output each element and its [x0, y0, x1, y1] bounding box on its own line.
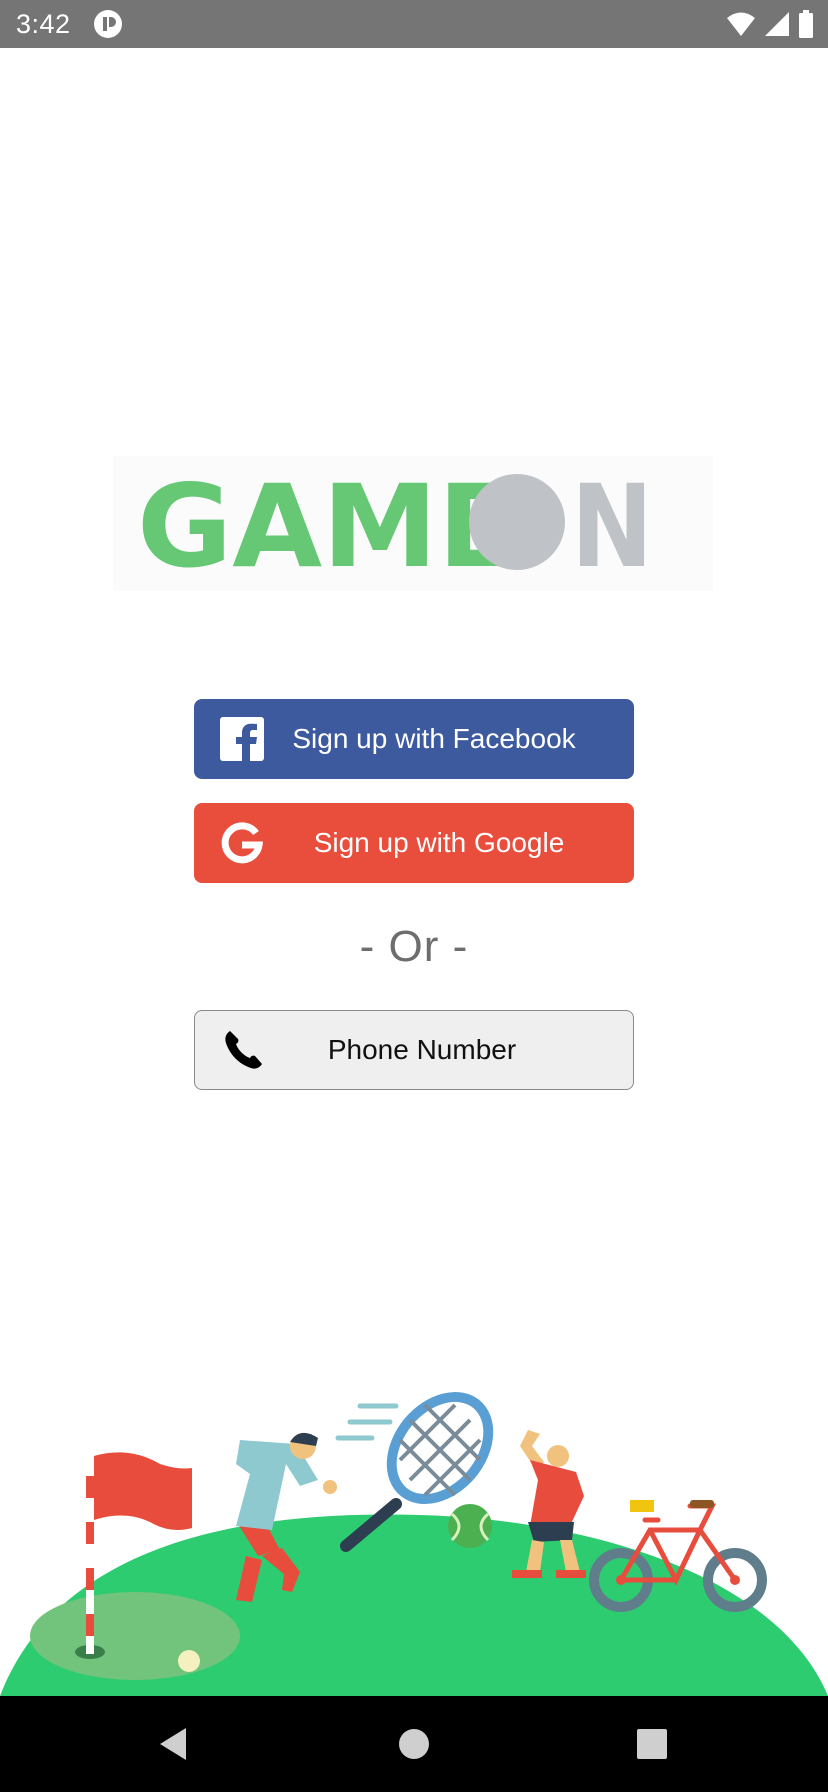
status-time: 3:42 [16, 9, 71, 39]
or-divider: - Or - [359, 922, 469, 971]
status-icons [726, 10, 814, 38]
google-button-label: Sign up with Google [313, 827, 565, 858]
golf-ball [178, 1650, 200, 1672]
home-icon[interactable] [386, 1716, 442, 1772]
facebook-button-label: Sign up with Facebook [292, 723, 576, 754]
putting-green [30, 1592, 240, 1680]
tennis-ball [448, 1504, 492, 1548]
recents-icon[interactable] [624, 1716, 680, 1772]
phone-signup-button[interactable]: Phone Number [194, 1010, 634, 1090]
wifi-icon [727, 12, 755, 36]
logo-text-game: GAME [137, 460, 517, 591]
status-bar: 3:42 [0, 0, 828, 48]
cellular-signal-icon [765, 12, 789, 36]
battery-icon [799, 10, 813, 38]
speed-lines [335, 1403, 399, 1441]
logo-text-n: N [571, 460, 653, 591]
facebook-signup-button[interactable]: Sign up with Facebook [194, 699, 634, 779]
phone-button-label: Phone Number [327, 1034, 517, 1065]
sports-illustration [0, 1392, 828, 1696]
back-icon[interactable] [146, 1716, 202, 1772]
logo-o-circle [469, 474, 565, 570]
app-notification-icon [94, 10, 122, 38]
google-signup-button[interactable]: Sign up with Google [194, 803, 634, 883]
navigation-bar [0, 1696, 828, 1792]
gameon-logo: GAME N [113, 456, 713, 591]
